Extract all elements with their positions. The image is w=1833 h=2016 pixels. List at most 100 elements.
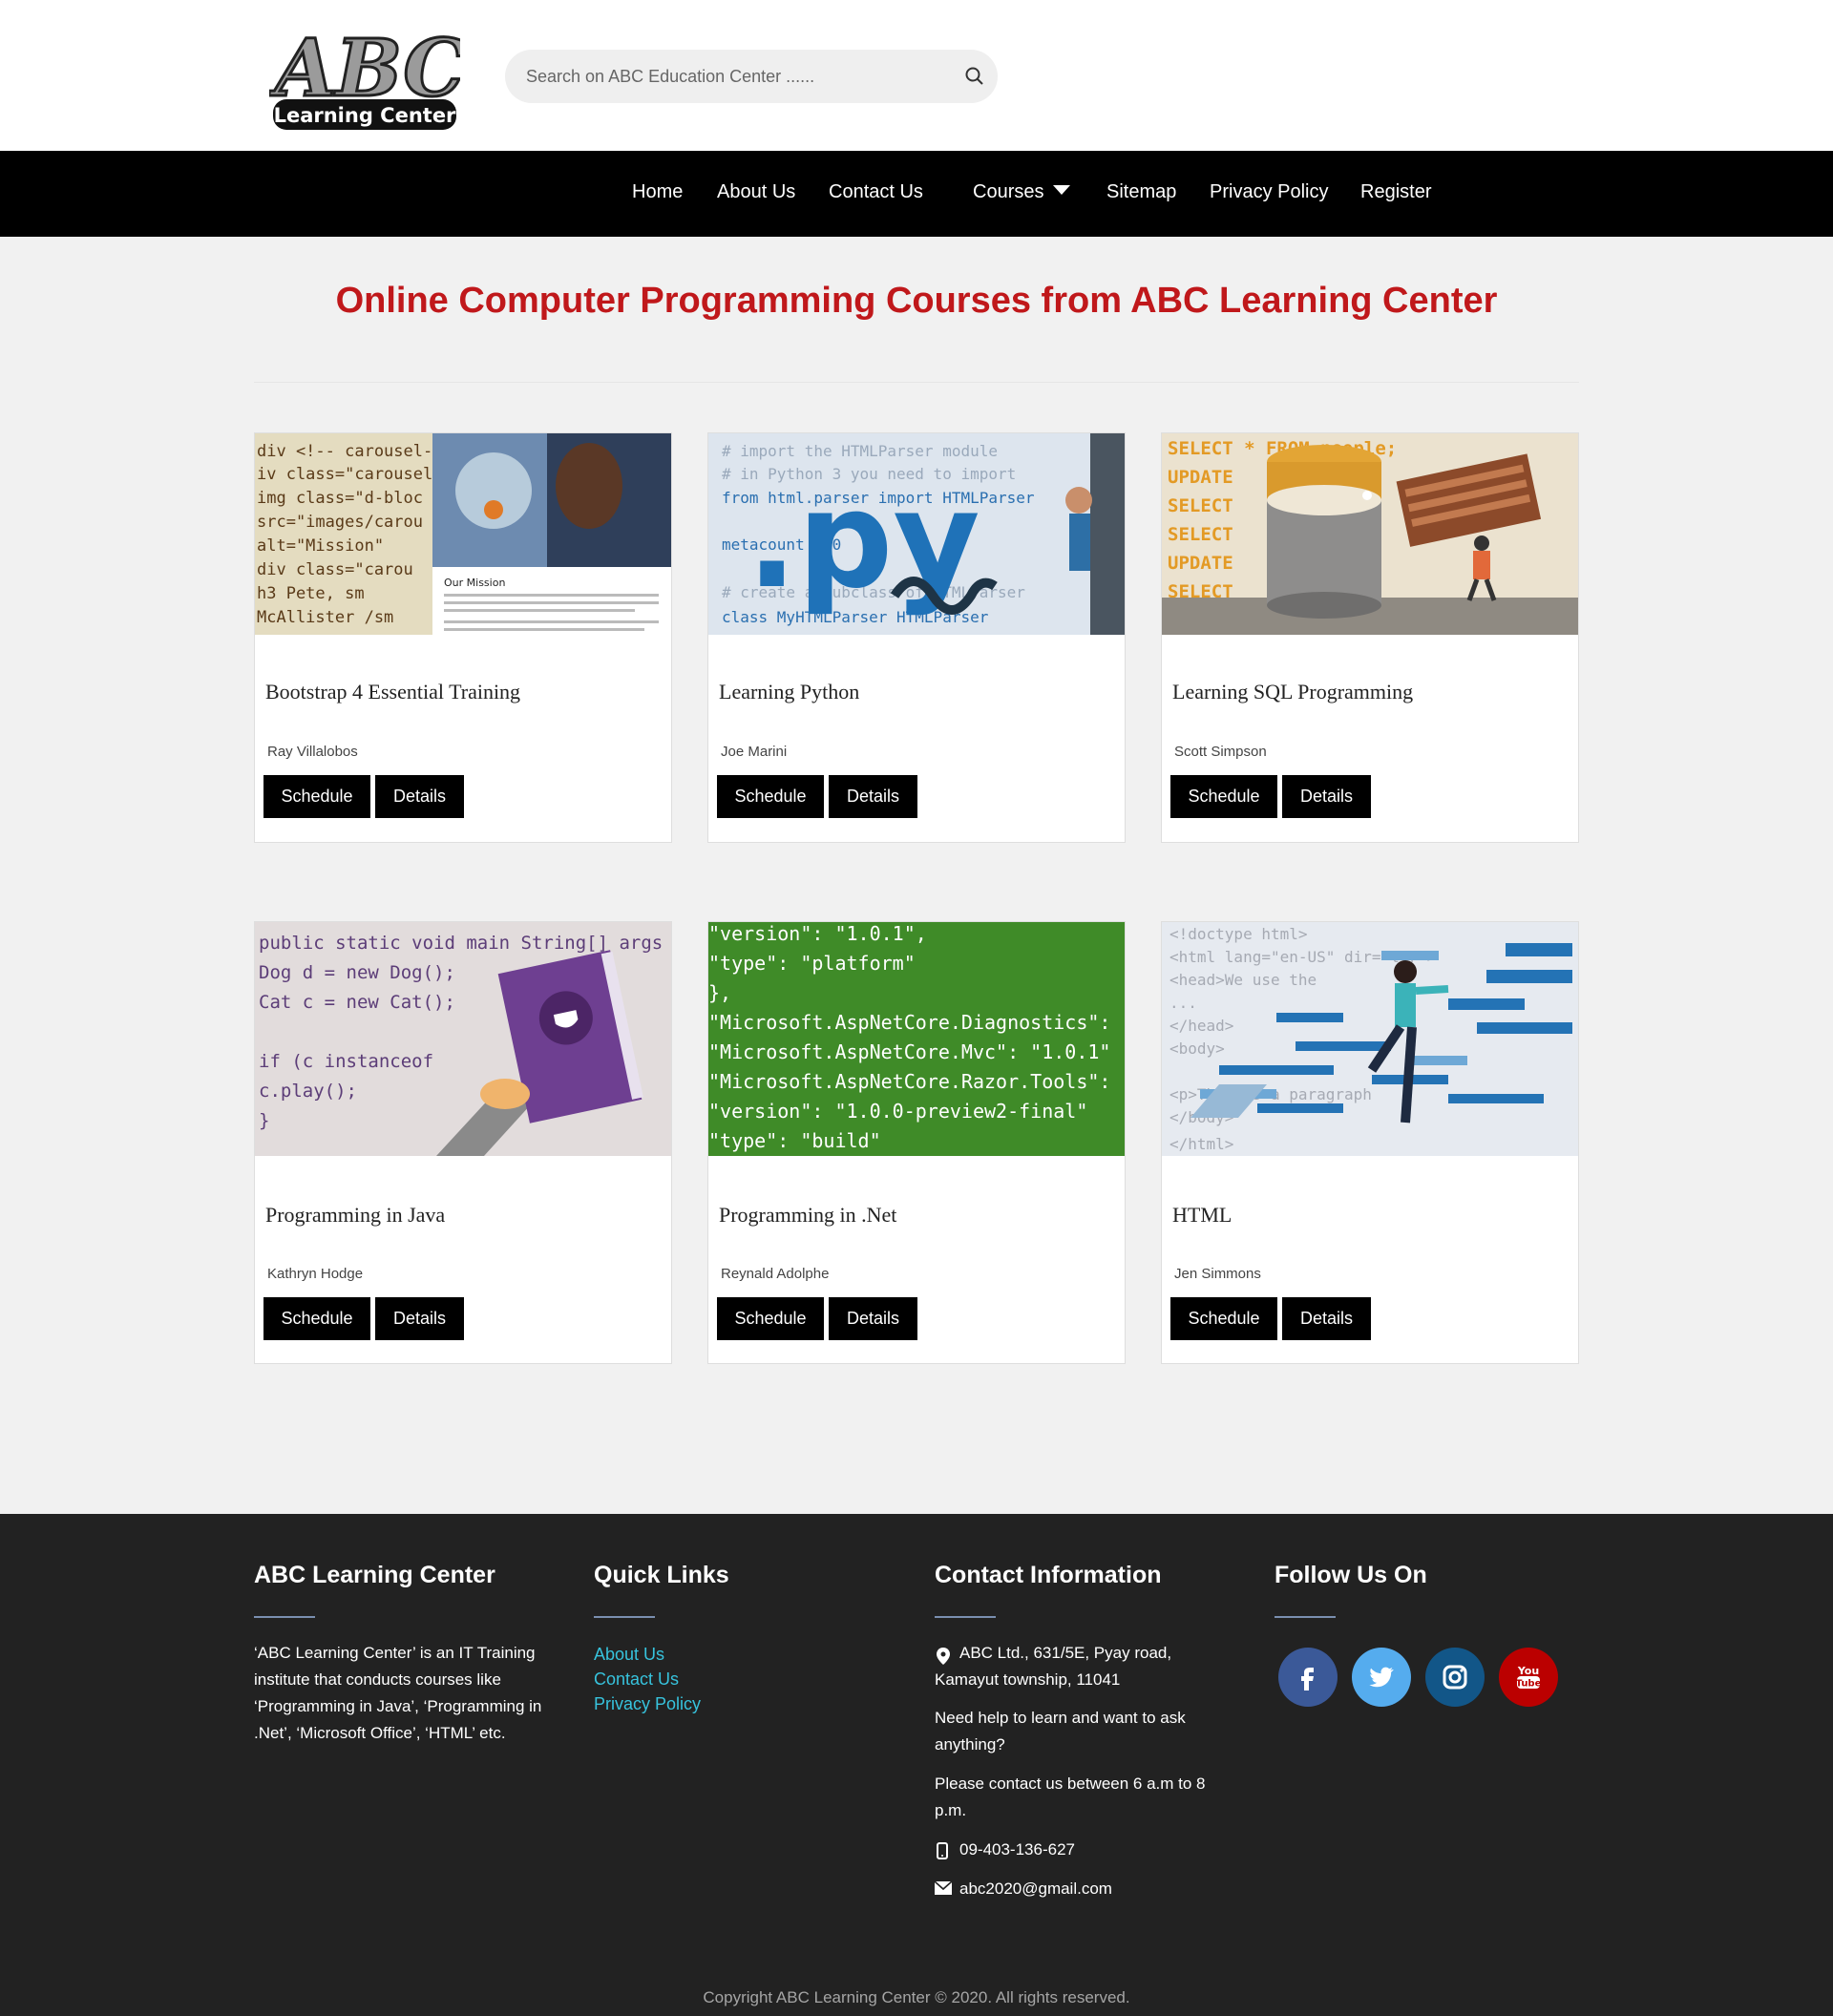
instagram-button[interactable] — [1425, 1648, 1485, 1707]
course-title[interactable]: HTML — [1172, 1203, 1232, 1228]
page-title: Online Computer Programming Courses from… — [335, 281, 1498, 321]
envelope-icon — [935, 1881, 952, 1895]
phone-icon — [937, 1842, 948, 1859]
code-line: </head> — [1169, 1017, 1233, 1035]
details-button[interactable]: Details — [829, 1297, 917, 1340]
course-card: div <!-- carousel- iv class="carousel im… — [254, 432, 672, 843]
details-button[interactable]: Details — [375, 1297, 464, 1340]
footer-link-about-us[interactable]: About Us — [594, 1645, 664, 1665]
schedule-button[interactable]: Schedule — [1170, 775, 1277, 818]
contact-phone[interactable]: 09-403-136-627 — [959, 1837, 1075, 1863]
facebook-button[interactable] — [1278, 1648, 1338, 1707]
youtube-button[interactable]: You Tube — [1499, 1648, 1558, 1707]
main-nav: Home About Us Contact Us Courses Sitemap… — [0, 151, 1833, 237]
details-button[interactable]: Details — [375, 775, 464, 818]
course-title[interactable]: Bootstrap 4 Essential Training — [265, 680, 520, 704]
course-image-python: # import the HTMLParser module # in Pyth… — [708, 433, 1125, 635]
nav-privacy-policy[interactable]: Privacy Policy — [1210, 151, 1328, 237]
site-header: ABC Learning Center — [0, 0, 1833, 151]
contact-email[interactable]: abc2020@gmail.com — [959, 1876, 1112, 1902]
footer-link-contact-us[interactable]: Contact Us — [594, 1670, 679, 1690]
code-line: <head>We use the — [1169, 971, 1317, 989]
code-line: public static void main String[] args — [259, 933, 663, 954]
schedule-button[interactable]: Schedule — [717, 775, 824, 818]
schedule-button[interactable]: Schedule — [717, 1297, 824, 1340]
footer-underline — [594, 1616, 655, 1618]
nav-sitemap[interactable]: Sitemap — [1106, 151, 1176, 237]
code-line: src="images/carou — [257, 513, 423, 532]
schedule-button[interactable]: Schedule — [263, 1297, 370, 1340]
code-line: UPDATE — [1168, 553, 1233, 574]
site-footer: ABC Learning Center ‘ABC Learning Center… — [0, 1514, 1833, 2016]
map-pin-icon — [937, 1648, 950, 1665]
code-line: "Microsoft.AspNetCore.Mvc": "1.0.1" — [708, 1040, 1110, 1063]
code-line: alt="Mission" — [257, 536, 384, 556]
nav-courses-dropdown[interactable]: Courses — [973, 151, 1071, 237]
site-logo[interactable]: ABC Learning Center — [267, 19, 467, 136]
instagram-icon — [1443, 1665, 1467, 1690]
search-bar — [505, 50, 998, 103]
course-card: public static void main String[] args Do… — [254, 921, 672, 1364]
code-line: UPDATE — [1168, 467, 1233, 488]
course-image-dotnet: "version": "1.0.1", "type": "platform" }… — [708, 922, 1125, 1156]
course-title[interactable]: Programming in .Net — [719, 1203, 896, 1228]
python-extension-text: .py — [747, 463, 980, 619]
course-author: Jen Simmons — [1174, 1266, 1261, 1282]
search-icon[interactable] — [964, 66, 985, 87]
youtube-label-bottom: Tube — [1516, 1679, 1542, 1690]
nav-about-us[interactable]: About Us — [717, 151, 795, 237]
course-image-sql: SELECT * FROM people; UPDATE SELECT SELE… — [1162, 433, 1578, 635]
course-title[interactable]: Learning SQL Programming — [1172, 680, 1413, 704]
code-line: div class="carou — [257, 560, 413, 579]
nav-home[interactable]: Home — [632, 151, 683, 237]
course-author: Ray Villalobos — [267, 744, 358, 760]
course-card: # import the HTMLParser module # in Pyth… — [707, 432, 1126, 843]
search-input[interactable] — [526, 50, 927, 103]
course-author: Reynald Adolphe — [721, 1266, 830, 1282]
course-author: Scott Simpson — [1174, 744, 1267, 760]
code-line: <!doctype html> — [1169, 925, 1308, 943]
contact-help-line1: Need help to learn and want to ask — [935, 1709, 1186, 1727]
about-text-line: institute that conducts courses like — [254, 1670, 501, 1689]
code-line: "version": "1.0.0-preview2-final" — [708, 1100, 1087, 1123]
image-caption: Our Mission — [444, 577, 505, 589]
code-line: c.play(); — [259, 1081, 357, 1102]
code-line: img class="d-bloc — [257, 489, 423, 508]
nav-register[interactable]: Register — [1360, 151, 1431, 237]
youtube-icon: You Tube — [1516, 1665, 1542, 1690]
code-line: } — [259, 1110, 269, 1131]
about-text-line: .Net’, ‘Microsoft Office’, ‘HTML’ etc. — [254, 1724, 506, 1742]
about-text-line: ‘ABC Learning Center’ is an IT Training — [254, 1644, 536, 1662]
contact-hours-line2: p.m. — [935, 1801, 967, 1819]
course-title[interactable]: Programming in Java — [265, 1203, 445, 1228]
course-image-java: public static void main String[] args Do… — [255, 922, 671, 1156]
details-button[interactable]: Details — [829, 775, 917, 818]
about-text-line: ‘Programming in Java’, ‘Programming in — [254, 1697, 542, 1715]
footer-underline — [1275, 1616, 1336, 1618]
footer-quick-links-heading: Quick Links — [594, 1562, 729, 1588]
details-button[interactable]: Details — [1282, 1297, 1371, 1340]
caret-down-icon — [1053, 185, 1071, 195]
course-title[interactable]: Learning Python — [719, 680, 859, 704]
twitter-button[interactable] — [1352, 1648, 1411, 1707]
footer-follow-heading: Follow Us On — [1275, 1562, 1427, 1588]
code-line: "type": "platform" — [708, 952, 916, 975]
logo-tagline: Learning Center — [274, 104, 456, 127]
code-line: SELECT — [1168, 524, 1233, 545]
code-line: "type": "build" — [708, 1129, 881, 1152]
contact-address-line1: ABC Ltd., 631/5E, Pyay road, — [959, 1644, 1172, 1662]
footer-link-privacy-policy[interactable]: Privacy Policy — [594, 1694, 701, 1714]
course-image-bootstrap: div <!-- carousel- iv class="carousel im… — [255, 433, 671, 635]
copyright-text: Copyright ABC Learning Center © 2020. Al… — [703, 1988, 1130, 2006]
course-author: Joe Marini — [721, 744, 788, 760]
details-button[interactable]: Details — [1282, 775, 1371, 818]
nav-contact-us[interactable]: Contact Us — [829, 151, 923, 237]
schedule-button[interactable]: Schedule — [1170, 1297, 1277, 1340]
code-line: "Microsoft.AspNetCore.Diagnostics": — [708, 1011, 1110, 1034]
code-line: h3 Pete, sm — [257, 584, 365, 603]
footer-contact-heading: Contact Information — [935, 1562, 1162, 1588]
code-line: McAllister /sm — [257, 608, 393, 627]
section-divider — [254, 382, 1579, 383]
code-line: Dog d = new Dog(); — [259, 962, 455, 983]
schedule-button[interactable]: Schedule — [263, 775, 370, 818]
